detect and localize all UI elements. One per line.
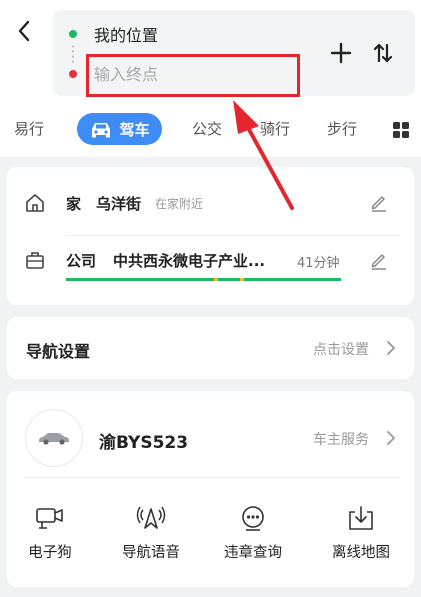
work-row[interactable]: 公司 中共西永微电子产业... 41分钟 [7, 236, 414, 296]
briefcase-icon [24, 249, 46, 271]
sedan-icon [39, 433, 69, 445]
traffic-slow-segment [240, 278, 244, 281]
tool-nav-voice[interactable]: 导航语音 [111, 503, 191, 573]
route-input-box: 我的位置 [53, 10, 415, 96]
home-address: 乌洋街 [96, 195, 142, 213]
nav-settings-card[interactable]: 导航设置 点击设置 [7, 317, 414, 379]
nav-settings-title: 导航设置 [26, 342, 91, 361]
dashcam-icon [35, 503, 65, 533]
tab-cycling[interactable]: 骑行 [260, 118, 290, 139]
traffic-status-bar [66, 278, 341, 281]
tab-transit[interactable]: 公交 [192, 118, 222, 139]
tool-offline-map[interactable]: 离线地图 [321, 503, 401, 573]
tool-label: 电子狗 [28, 545, 72, 561]
vehicle-avatar [25, 409, 83, 467]
back-button[interactable] [10, 16, 38, 46]
more-modes-button[interactable] [392, 121, 410, 139]
chevron-right-icon [387, 341, 395, 355]
edit-pencil-icon[interactable] [369, 250, 389, 270]
favorites-card: 家 乌洋街 在家附近 公司 中共西永微电子产业... 41分钟 [7, 167, 414, 305]
violation-query-icon [238, 503, 268, 533]
vehicle-row[interactable]: 渝BYS523 车主服务 [7, 391, 414, 481]
swap-arrows-icon [373, 43, 393, 63]
work-address: 中共西永微电子产业... [113, 252, 266, 270]
travel-mode-tabs: 易行 驾车 公交 骑行 步行 [0, 112, 421, 152]
offline-map-download-icon [346, 503, 376, 533]
home-icon [24, 192, 46, 214]
destination-dot-icon [69, 70, 77, 78]
route-header: 我的位置 易行 驾车 公交 骑行 步行 [0, 0, 421, 157]
car-icon [92, 123, 111, 138]
tool-label: 离线地图 [332, 545, 390, 561]
vehicle-card: 渝BYS523 车主服务 电子狗 导航语音 违章查询 离线地图 [7, 391, 414, 587]
tool-label: 违章查询 [224, 545, 282, 561]
origin-dot-icon [69, 30, 77, 38]
chevron-right-icon [387, 431, 395, 445]
work-eta: 41分钟 [297, 256, 340, 271]
tab-drive-label: 驾车 [119, 120, 150, 139]
plus-icon [330, 42, 352, 64]
tab-walking[interactable]: 步行 [327, 118, 357, 139]
license-plate: 渝BYS523 [99, 433, 189, 453]
home-row[interactable]: 家 乌洋街 在家附近 [7, 167, 414, 235]
grid-icon [393, 122, 409, 138]
tool-label: 导航语音 [122, 545, 180, 561]
swap-route-button[interactable] [370, 40, 396, 66]
origin-field[interactable]: 我的位置 [94, 22, 158, 46]
divider [25, 477, 400, 478]
back-arrow-icon [18, 20, 30, 42]
vehicle-service-link[interactable]: 车主服务 [313, 429, 369, 449]
tool-violation-query[interactable]: 违章查询 [213, 503, 293, 573]
voice-broadcast-icon [136, 503, 166, 533]
tool-dashcam[interactable]: 电子狗 [10, 503, 90, 573]
home-note: 在家附近 [155, 197, 204, 211]
edit-pencil-icon[interactable] [369, 192, 389, 212]
tab-easy-travel[interactable]: 易行 [14, 118, 44, 139]
work-tag: 公司 [66, 252, 97, 270]
route-connector [72, 44, 74, 64]
tab-drive[interactable]: 驾车 [77, 113, 162, 145]
traffic-slow-segment [214, 278, 218, 281]
nav-settings-action: 点击设置 [313, 342, 369, 358]
add-waypoint-button[interactable] [328, 40, 354, 66]
destination-input[interactable] [94, 62, 254, 86]
home-tag: 家 [66, 195, 82, 213]
